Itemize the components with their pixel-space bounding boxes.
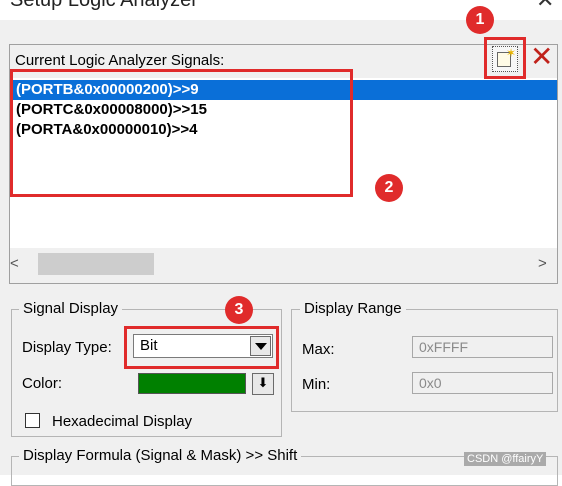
- display-range-title: Display Range: [300, 300, 406, 317]
- annotation-badge-3: 3: [225, 296, 253, 324]
- color-label: Color:: [22, 375, 63, 392]
- signal-display-title: Signal Display: [19, 300, 123, 317]
- scroll-left-arrow[interactable]: <: [10, 255, 19, 272]
- close-icon[interactable]: ✕: [536, 0, 554, 13]
- scroll-right-arrow[interactable]: >: [538, 255, 547, 272]
- watermark: CSDN @ffairyY: [464, 452, 547, 466]
- max-field[interactable]: 0xFFFF: [412, 336, 553, 358]
- max-label: Max:: [302, 341, 335, 358]
- annotation-box-2: [10, 69, 353, 197]
- delete-icon: ✕: [530, 40, 554, 73]
- annotation-badge-1: 1: [466, 6, 494, 34]
- min-label: Min:: [302, 376, 331, 393]
- hexadecimal-display-checkbox[interactable]: [25, 413, 40, 428]
- window-title: Setup Logic Analyzer: [10, 0, 198, 11]
- scroll-thumb[interactable]: [38, 253, 154, 275]
- display-range-group: [291, 309, 558, 412]
- signals-label: Current Logic Analyzer Signals:: [15, 52, 225, 69]
- min-field[interactable]: 0x0: [412, 372, 553, 394]
- color-picker-button[interactable]: ⬇: [252, 373, 274, 395]
- annotation-box-1: [484, 37, 526, 79]
- annotation-badge-2: 2: [375, 174, 403, 202]
- display-type-label: Display Type:: [22, 339, 112, 356]
- annotation-box-3: [124, 326, 279, 369]
- hexadecimal-display-label: Hexadecimal Display: [52, 413, 193, 430]
- color-swatch[interactable]: [138, 373, 246, 394]
- display-formula-title: Display Formula (Signal & Mask) >> Shift: [19, 447, 302, 464]
- delete-signal-button[interactable]: ✕: [528, 42, 554, 72]
